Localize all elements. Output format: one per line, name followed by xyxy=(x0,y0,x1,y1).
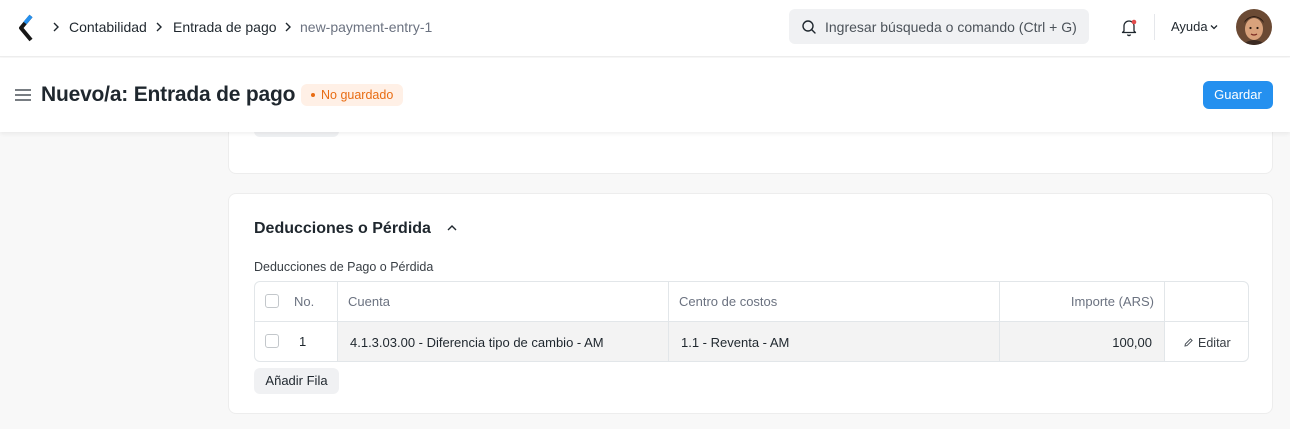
col-divider xyxy=(1164,282,1165,361)
chevron-up-icon[interactable] xyxy=(446,223,458,233)
status-badge: No guardado xyxy=(301,84,404,106)
table-label: Deducciones de Pago o Pérdida xyxy=(254,260,434,274)
table-divider xyxy=(255,321,1248,322)
help-menu[interactable]: Ayuda xyxy=(1171,19,1208,35)
add-row-button[interactable]: Añadir Fila xyxy=(254,368,339,394)
cell-amount[interactable]: 100,00 xyxy=(999,335,1152,351)
col-header-cost-center: Centro de costos xyxy=(679,294,778,309)
avatar[interactable] xyxy=(1236,9,1272,45)
page-title: Nuevo/a: Entrada de pago xyxy=(41,83,296,106)
breadcrumb-entrada-de-pago[interactable]: Entrada de pago xyxy=(173,18,277,36)
navbar: Contabilidad Entrada de pago new-payment… xyxy=(0,0,1290,57)
col-header-no: No. xyxy=(294,294,315,309)
deductions-section-card: Deducciones o Pérdida Deducciones de Pag… xyxy=(228,193,1273,414)
search-input[interactable]: Ingresar búsqueda o comando (Ctrl + G) xyxy=(789,9,1089,44)
breadcrumb-current: new-payment-entry-1 xyxy=(300,19,433,35)
breadcrumb-contabilidad[interactable]: Contabilidad xyxy=(69,18,147,36)
col-header-amount: Importe (ARS) xyxy=(1070,294,1154,309)
deductions-table: No. Cuenta Centro de costos Importe (ARS… xyxy=(254,281,1249,362)
cell-account[interactable]: 4.1.3.03.00 - Diferencia tipo de cambio … xyxy=(350,335,604,351)
col-header-account: Cuenta xyxy=(348,294,390,309)
app-logo[interactable] xyxy=(16,14,36,42)
pencil-icon[interactable] xyxy=(1183,337,1194,348)
search-placeholder: Ingresar búsqueda o comando (Ctrl + G) xyxy=(825,19,1077,35)
row-checkbox[interactable] xyxy=(265,334,279,348)
chevron-right-icon xyxy=(156,22,162,32)
chevron-down-icon[interactable] xyxy=(1209,22,1219,32)
page-head: Nuevo/a: Entrada de pago No guardado Gua… xyxy=(0,58,1290,132)
col-divider xyxy=(668,282,669,361)
bell-icon[interactable] xyxy=(1119,17,1139,37)
chevron-right-icon xyxy=(53,22,59,32)
row-number: 1 xyxy=(299,334,307,349)
search-icon xyxy=(802,20,816,34)
chevron-right-icon xyxy=(285,22,291,32)
col-divider xyxy=(337,282,338,361)
edit-row-button[interactable]: Editar xyxy=(1198,335,1231,351)
save-button[interactable]: Guardar xyxy=(1203,81,1273,109)
cell-cost-center[interactable]: 1.1 - Reventa - AM xyxy=(681,335,789,351)
menu-icon[interactable] xyxy=(15,88,31,102)
status-dot-icon xyxy=(311,93,315,97)
section-title[interactable]: Deducciones o Pérdida xyxy=(254,219,431,239)
select-all-checkbox[interactable] xyxy=(265,294,279,308)
navbar-divider xyxy=(1154,14,1155,40)
status-badge-label: No guardado xyxy=(321,88,394,102)
